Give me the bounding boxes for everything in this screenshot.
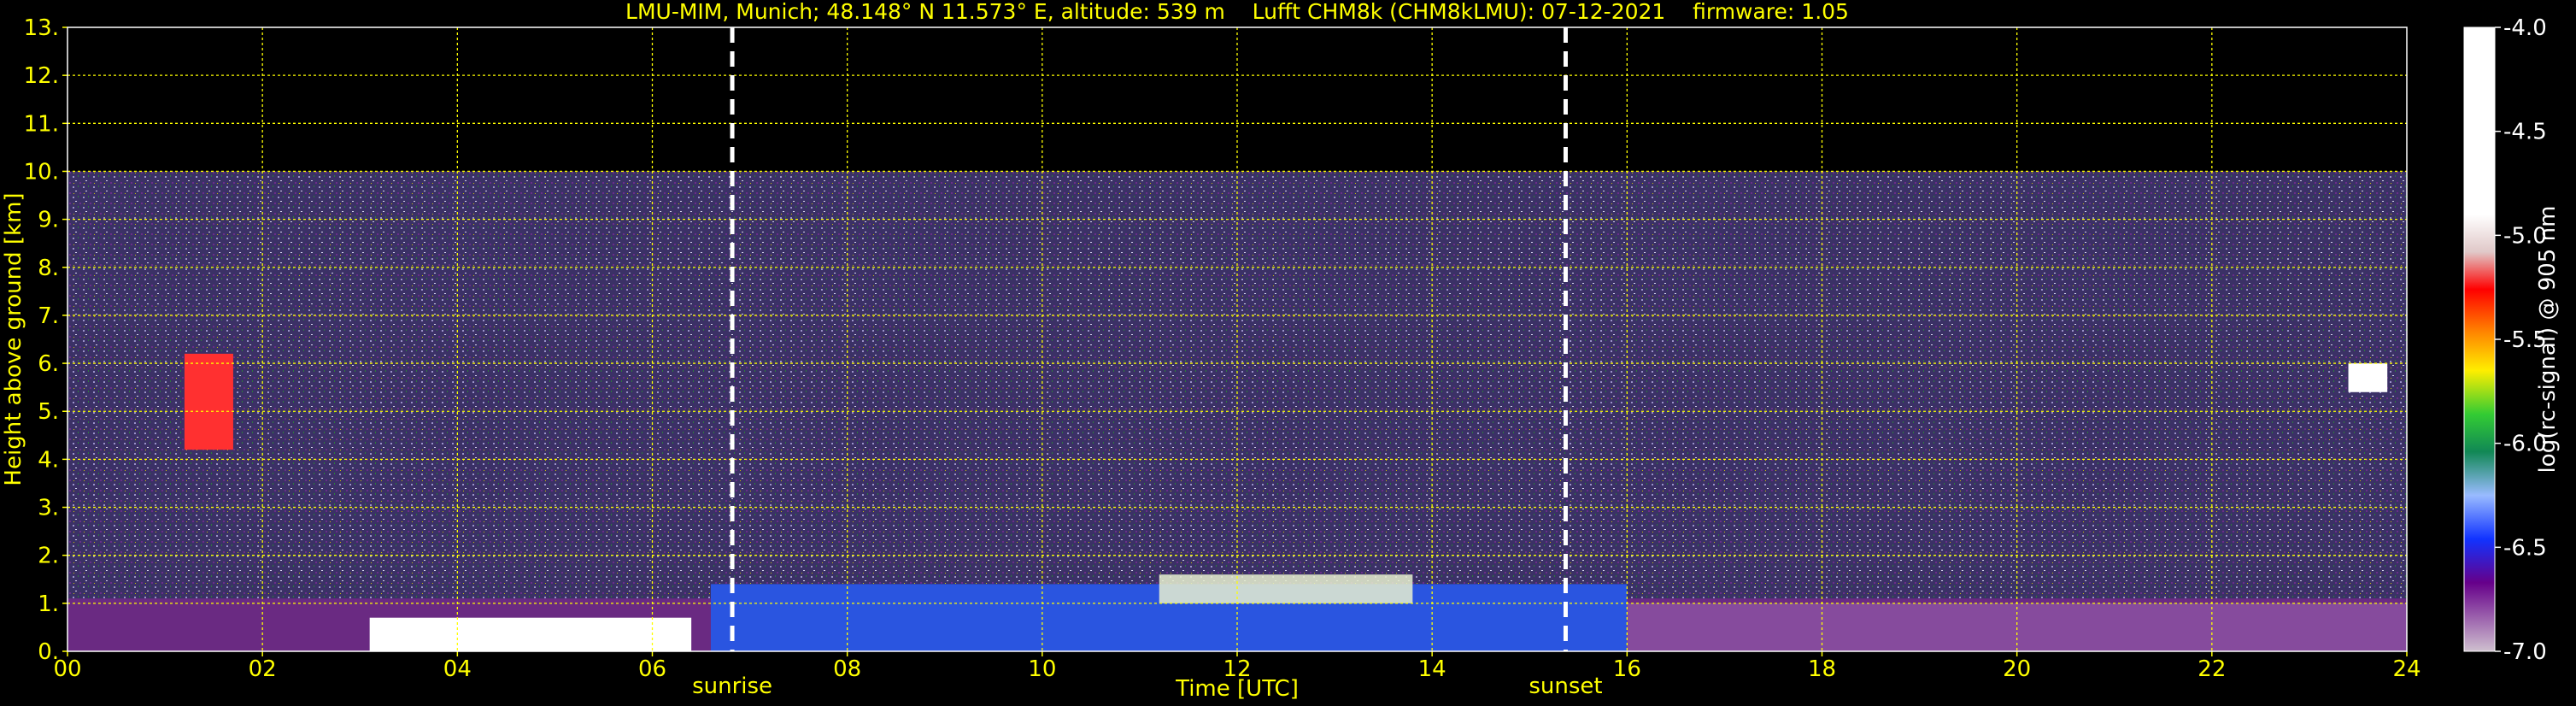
y-tick-label: 10.	[24, 159, 59, 185]
y-axis-label: Height above ground [km]	[1, 192, 26, 485]
x-tick-label: 16	[1613, 656, 1641, 682]
y-tick-label: 9.	[38, 208, 59, 233]
x-tick-label: 20	[2003, 656, 2031, 682]
x-tick-label: 02	[249, 656, 277, 682]
y-tick-label: 0.	[38, 639, 59, 665]
y-tick-label: 5.	[38, 399, 59, 425]
y-axis: 0. 1. 2. 3. 4. 5. 6. 7. 8. 9. 10. 11. 12. 13.	[24, 15, 67, 665]
y-tick-label: 13.	[24, 15, 59, 41]
x-axis-label: Time [UTC]	[1175, 676, 1299, 702]
y-tick-label: 6.	[38, 351, 59, 377]
y-tick-label: 8.	[38, 256, 59, 281]
y-tick-label: 1.	[38, 591, 59, 617]
colorbar-tick-label: -4.0	[2503, 15, 2547, 41]
colorbar-tick-label: -6.5	[2503, 535, 2547, 561]
colorbar	[2463, 26, 2496, 652]
chart-title: LMU-MIM, Munich; 48.148° N 11.573° E, al…	[625, 0, 1849, 24]
colorbar-tick-label: -4.5	[2503, 120, 2547, 145]
x-tick-label: 24	[2392, 656, 2421, 682]
y-tick-label: 4.	[38, 447, 59, 473]
colorbar-tick-label: -7.0	[2503, 639, 2547, 665]
y-tick-label: 11.	[24, 111, 59, 137]
low-cloud	[369, 617, 692, 651]
y-tick-label: 2.	[38, 544, 59, 569]
ceilometer-chart: 00 02 04 06 08 10 12 14 16 18 20 22 24 0.1.2.3.4.5.6…	[1, 0, 2561, 702]
x-tick-label: 18	[1808, 656, 1836, 682]
x-tick-label: 10	[1028, 656, 1056, 682]
colorbar-label: log(rc-signal) @ 905 nm	[2535, 206, 2561, 474]
cloud-layer	[1159, 574, 1413, 603]
x-tick-label: 04	[443, 656, 472, 682]
y-tick-label: 12.	[24, 63, 59, 89]
x-tick-label: 06	[638, 656, 666, 682]
event-label-sunset: sunset	[1529, 674, 1602, 699]
high-cloud-late	[2348, 363, 2388, 392]
x-tick-label: 14	[1418, 656, 1446, 682]
x-tick-label: 08	[833, 656, 861, 682]
x-tick-label: 22	[2198, 656, 2226, 682]
event-label-sunrise: sunrise	[692, 674, 772, 699]
high-cloud	[184, 353, 233, 450]
y-tick-label: 7.	[38, 303, 59, 329]
y-tick-label: 3.	[38, 496, 59, 521]
